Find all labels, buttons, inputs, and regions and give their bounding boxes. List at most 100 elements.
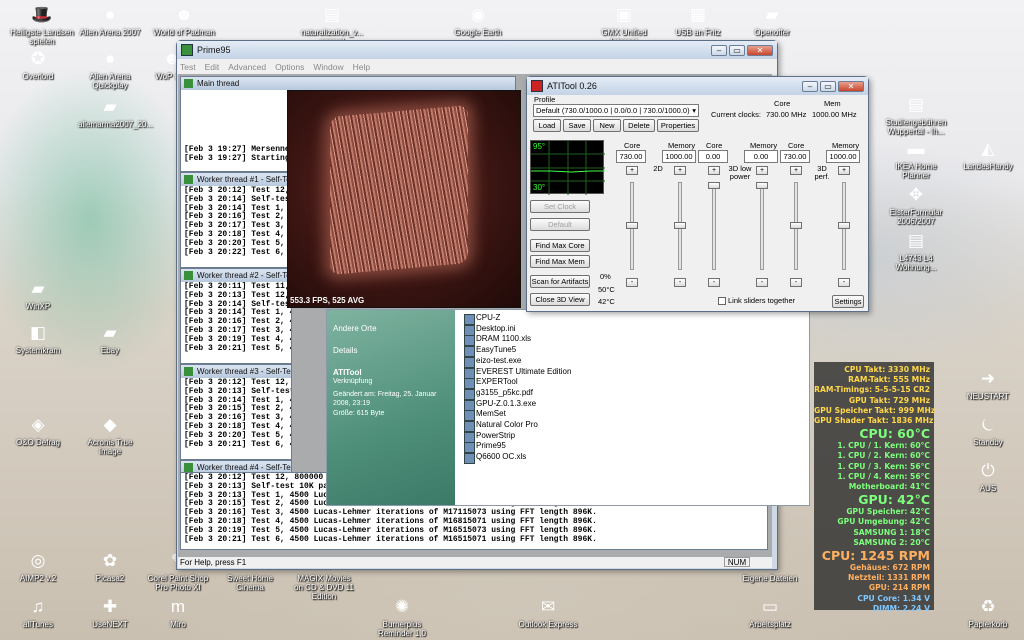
memory-slider-thumb[interactable] xyxy=(674,222,686,229)
atitool-3d-view[interactable]: 553.3 FPS, 525 AVG xyxy=(287,90,521,308)
menu-options[interactable]: Options xyxy=(275,62,304,72)
scan-artifacts-button[interactable]: Scan for Artifacts xyxy=(530,275,590,288)
menu-edit[interactable]: Edit xyxy=(205,62,220,72)
desktop-icon[interactable]: ▰ Ebay xyxy=(78,322,142,355)
atitool-close-button[interactable]: ✕ xyxy=(838,80,864,92)
prime95-titlebar[interactable]: Prime95 – ▭ ✕ xyxy=(177,41,777,59)
memory-clock-field[interactable]: 1000.00 xyxy=(826,150,860,163)
file-item[interactable]: DRAM 1100.xls xyxy=(463,334,571,347)
desktop-icon[interactable]: ▤ Studiengebühren Wuppertal - Ih... xyxy=(884,94,948,136)
file-item[interactable]: Natural Color Pro xyxy=(463,420,571,432)
find-max-core-button[interactable]: Find Max Core xyxy=(530,239,590,252)
desktop-icon[interactable]: ▤ L4743 L4 Wohnung... xyxy=(884,230,948,272)
desktop-icon[interactable]: ◈ O&O Defrag xyxy=(6,414,70,447)
desktop-icon[interactable]: ▰ WinXP xyxy=(6,278,70,311)
desktop-icon[interactable]: ▭ Arbeitsplatz xyxy=(738,596,802,629)
core-decrease-button[interactable]: - xyxy=(708,278,720,287)
desktop-icon[interactable]: ◉ Google Earth xyxy=(446,4,510,37)
file-item[interactable]: EXPERTool xyxy=(463,377,571,389)
file-item[interactable]: eizo-test.exe xyxy=(463,356,571,368)
settings-button[interactable]: Settings xyxy=(832,295,864,308)
properties-button[interactable]: Properties xyxy=(657,119,699,132)
find-max-mem-button[interactable]: Find Max Mem xyxy=(530,255,590,268)
profile-select[interactable]: Default (730.0/1000.0 | 0.0/0.0 | 730.0/… xyxy=(533,104,699,117)
desktop-icon[interactable]: ◧ Systemkram xyxy=(6,322,70,355)
core-decrease-button[interactable]: - xyxy=(790,278,802,287)
desktop-icon[interactable]: ✪ Overlord xyxy=(6,48,70,81)
memory-slider-track[interactable] xyxy=(760,182,764,270)
close-3d-view-button[interactable]: Close 3D View xyxy=(530,293,590,306)
file-item[interactable]: EVEREST Ultimate Edition xyxy=(463,367,571,379)
file-item[interactable]: Desktop.ini xyxy=(463,324,571,336)
delete-button[interactable]: Delete xyxy=(623,119,655,132)
menu-test[interactable]: Test xyxy=(180,62,196,72)
new-button[interactable]: New xyxy=(593,119,621,132)
core-increase-button[interactable]: + xyxy=(626,166,638,175)
memory-decrease-button[interactable]: - xyxy=(838,278,850,287)
desktop-icon[interactable]: ◎ AIMP2 v.2 xyxy=(6,550,70,583)
memory-increase-button[interactable]: + xyxy=(756,166,768,175)
desktop-icon[interactable]: ✉ Outlook Express xyxy=(516,596,580,629)
core-clock-field[interactable]: 730.00 xyxy=(616,150,646,163)
core-clock-field[interactable]: 0.00 xyxy=(698,150,728,163)
menu-help[interactable]: Help xyxy=(353,62,370,72)
desktop-icon[interactable]: ☻ World of Padman xyxy=(152,4,216,37)
default-button[interactable]: Default xyxy=(530,218,590,231)
desktop-icon[interactable]: ▰ allemarma2007_20... xyxy=(78,96,153,129)
desktop-icon[interactable]: ● Alien Arena 2007 xyxy=(78,4,142,37)
file-item[interactable]: CPU-Z xyxy=(463,313,571,325)
core-slider-thumb[interactable] xyxy=(790,222,802,229)
file-item[interactable]: PowerStrip xyxy=(463,431,571,443)
core-clock-field[interactable]: 730.00 xyxy=(780,150,810,163)
atitool-titlebar[interactable]: ATITool 0.26 – ▭ ✕ xyxy=(527,77,868,95)
core-slider-thumb[interactable] xyxy=(708,182,720,189)
details-link[interactable]: Details xyxy=(333,346,357,355)
worker-thread-1-window[interactable]: Worker thread #1 - Self-Test [Feb 3 20:1… xyxy=(180,172,292,268)
save-button[interactable]: Save xyxy=(563,119,591,132)
file-item[interactable]: Prime95 xyxy=(463,441,571,454)
desktop-icon[interactable]: ➜ NEUSTART xyxy=(956,368,1020,401)
memory-clock-field[interactable]: 0.00 xyxy=(744,150,778,163)
memory-increase-button[interactable]: + xyxy=(838,166,850,175)
memory-increase-button[interactable]: + xyxy=(674,166,686,175)
file-item[interactable]: MemSet xyxy=(463,409,571,422)
file-item[interactable]: Q6600 OC.xls xyxy=(463,452,571,464)
load-button[interactable]: Load xyxy=(533,119,561,132)
desktop-icon[interactable]: 🎩 Heiligste Landsen spielen xyxy=(10,4,74,46)
desktop-icon[interactable]: ◆ Acronis True Image xyxy=(78,414,142,456)
menu-window[interactable]: Window xyxy=(313,62,343,72)
maximize-button[interactable]: ▭ xyxy=(729,44,745,56)
desktop-icon[interactable]: ✥ ElsterFormular 2006/2007 xyxy=(884,184,948,226)
core-increase-button[interactable]: + xyxy=(790,166,802,175)
desktop-icon[interactable]: ● Alien Arena Quickplay xyxy=(78,48,142,90)
desktop-icon[interactable]: ✿ Picasa2 xyxy=(78,550,142,583)
memory-decrease-button[interactable]: - xyxy=(756,278,768,287)
desktop-icon[interactable]: ▬ IKEA Home Planner xyxy=(884,138,948,180)
desktop-icon[interactable]: ♫ allTunes xyxy=(6,596,70,629)
set-clock-button[interactable]: Set Clock xyxy=(530,200,590,213)
desktop-icon[interactable]: ⏾ Standby xyxy=(956,414,1020,447)
atitool-maximize-button[interactable]: ▭ xyxy=(820,80,836,92)
file-item[interactable]: GPU-Z.0.1.3.exe xyxy=(463,399,571,411)
file-item[interactable]: g3155_p5kc.pdf xyxy=(463,388,571,400)
worker-thread-2-window[interactable]: Worker thread #2 - Self-Test [Feb 3 20:1… xyxy=(180,268,292,364)
desktop-icon[interactable]: ▰ Openoffer xyxy=(740,4,804,37)
memory-decrease-button[interactable]: - xyxy=(674,278,686,287)
desktop-icon[interactable]: ▦ USB an Fritz xyxy=(666,4,730,37)
file-item[interactable]: EasyTune5 xyxy=(463,345,571,357)
desktop-icon[interactable]: ⏻ AUS xyxy=(956,460,1020,493)
memory-slider-thumb[interactable] xyxy=(838,222,850,229)
desktop-icon[interactable]: ✚ UseNEXT xyxy=(78,596,142,629)
explorer-window[interactable]: Andere Orte Details ATITool Verknüpfung … xyxy=(326,309,810,506)
desktop-icon[interactable]: ✺ Burnerplus Reminder 1.0 xyxy=(370,596,434,638)
link-sliders-checkbox[interactable] xyxy=(718,297,726,305)
worker-thread-3-window[interactable]: Worker thread #3 - Self-Test [Feb 3 20:1… xyxy=(180,364,292,460)
menu-advanced[interactable]: Advanced xyxy=(228,62,266,72)
close-button[interactable]: ✕ xyxy=(747,44,773,56)
memory-slider-thumb[interactable] xyxy=(756,182,768,189)
memory-clock-field[interactable]: 1000.00 xyxy=(662,150,696,163)
core-slider-track[interactable] xyxy=(712,182,716,270)
core-decrease-button[interactable]: - xyxy=(626,278,638,287)
core-increase-button[interactable]: + xyxy=(708,166,720,175)
desktop-icon[interactable]: ◭ LandesHandy xyxy=(956,138,1020,171)
